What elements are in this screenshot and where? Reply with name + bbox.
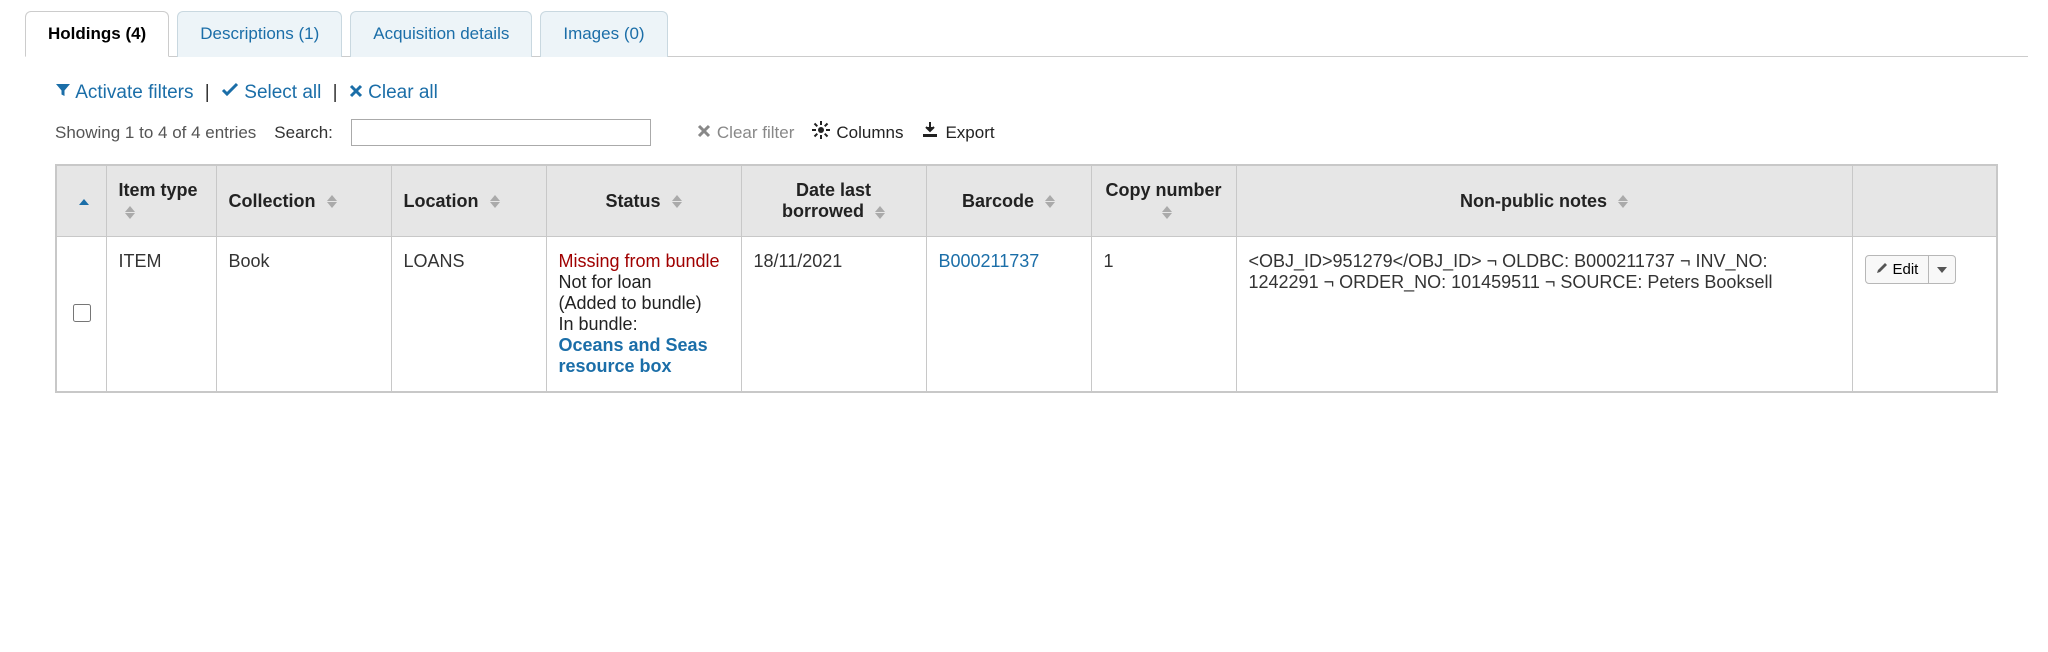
cell-actions: Edit	[1852, 237, 1997, 393]
col-date-last-borrowed[interactable]: Date last borrowed	[741, 165, 926, 237]
funnel-icon	[55, 82, 71, 104]
cell-barcode: B000211737	[926, 237, 1091, 393]
download-icon	[921, 121, 939, 144]
search-label: Search:	[274, 123, 333, 143]
pencil-icon	[1876, 261, 1888, 278]
cell-date-last-borrowed: 18/11/2021	[741, 237, 926, 393]
holdings-table: Item type Collection Location Status	[55, 164, 1998, 393]
col-actions	[1852, 165, 1997, 237]
activate-filters-link[interactable]: Activate filters	[55, 82, 199, 103]
x-icon	[697, 123, 711, 143]
col-item-type[interactable]: Item type	[106, 165, 216, 237]
bundle-link[interactable]: Oceans and Seas resource box	[559, 335, 708, 376]
status-not-for-loan: Not for loan	[559, 272, 652, 292]
edit-button[interactable]: Edit	[1865, 255, 1930, 284]
filter-toolbar: Activate filters | Select all | Clear al…	[25, 57, 2028, 119]
export-button[interactable]: Export	[921, 121, 994, 144]
tab-holdings[interactable]: Holdings (4)	[25, 11, 169, 57]
tab-acquisition[interactable]: Acquisition details	[350, 11, 532, 57]
tab-images[interactable]: Images (0)	[540, 11, 667, 57]
cell-status: Missing from bundle Not for loan (Added …	[546, 237, 741, 393]
columns-button[interactable]: Columns	[812, 121, 903, 144]
status-missing: Missing from bundle	[559, 251, 720, 271]
col-collection[interactable]: Collection	[216, 165, 391, 237]
gear-icon	[812, 121, 830, 144]
tab-descriptions[interactable]: Descriptions (1)	[177, 11, 342, 57]
search-input[interactable]	[351, 119, 651, 146]
col-select[interactable]	[56, 165, 106, 237]
x-icon	[349, 82, 363, 104]
table-row: ITEM Book LOANS Missing from bundle Not …	[56, 237, 1997, 393]
barcode-link[interactable]: B000211737	[939, 251, 1040, 271]
cell-copy-number: 1	[1091, 237, 1236, 393]
clear-filter-button[interactable]: Clear filter	[697, 123, 794, 143]
status-in-bundle-label: In bundle:	[559, 314, 638, 334]
col-location[interactable]: Location	[391, 165, 546, 237]
cell-collection: Book	[216, 237, 391, 393]
col-copy-number[interactable]: Copy number	[1091, 165, 1236, 237]
col-non-public-notes[interactable]: Non-public notes	[1236, 165, 1852, 237]
select-all-link[interactable]: Select all	[221, 82, 327, 103]
chevron-down-icon	[1937, 267, 1947, 273]
row-select-checkbox[interactable]	[73, 304, 91, 322]
clear-all-link[interactable]: Clear all	[349, 82, 438, 103]
cell-item-type: ITEM	[106, 237, 216, 393]
search-toolbar: Showing 1 to 4 of 4 entries Search: Clea…	[25, 119, 2028, 164]
tabs: Holdings (4) Descriptions (1) Acquisitio…	[25, 10, 2028, 57]
check-icon	[221, 82, 239, 104]
col-barcode[interactable]: Barcode	[926, 165, 1091, 237]
cell-notes: <OBJ_ID>951279</OBJ_ID> ¬ OLDBC: B000211…	[1236, 237, 1852, 393]
edit-dropdown-button[interactable]	[1929, 255, 1956, 284]
col-status[interactable]: Status	[546, 165, 741, 237]
status-added-to-bundle: (Added to bundle)	[559, 293, 702, 313]
cell-location: LOANS	[391, 237, 546, 393]
showing-entries-text: Showing 1 to 4 of 4 entries	[55, 123, 256, 143]
